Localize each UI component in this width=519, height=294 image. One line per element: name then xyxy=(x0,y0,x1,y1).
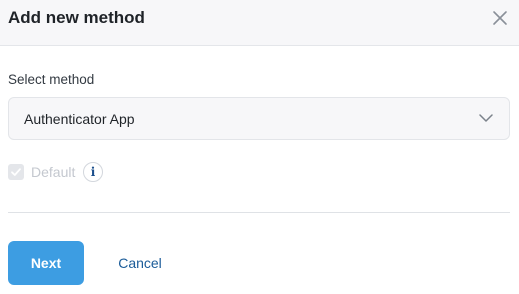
select-method-label: Select method xyxy=(8,72,95,87)
cancel-button[interactable]: Cancel xyxy=(104,241,176,285)
method-select[interactable]: Authenticator App xyxy=(8,97,510,140)
close-icon[interactable] xyxy=(491,9,509,27)
add-method-dialog: Add new method Select method Authenticat… xyxy=(0,0,519,294)
next-button[interactable]: Next xyxy=(8,241,84,285)
info-icon[interactable]: i xyxy=(83,162,103,182)
default-checkbox[interactable] xyxy=(8,164,24,180)
info-glyph: i xyxy=(90,165,96,179)
default-label: Default xyxy=(31,164,76,180)
dialog-header: Add new method xyxy=(0,0,519,46)
chevron-down-icon xyxy=(479,113,493,123)
divider xyxy=(8,212,510,213)
default-option-row: Default i xyxy=(8,162,208,182)
dialog-title: Add new method xyxy=(8,8,145,27)
method-select-value: Authenticator App xyxy=(24,111,135,127)
